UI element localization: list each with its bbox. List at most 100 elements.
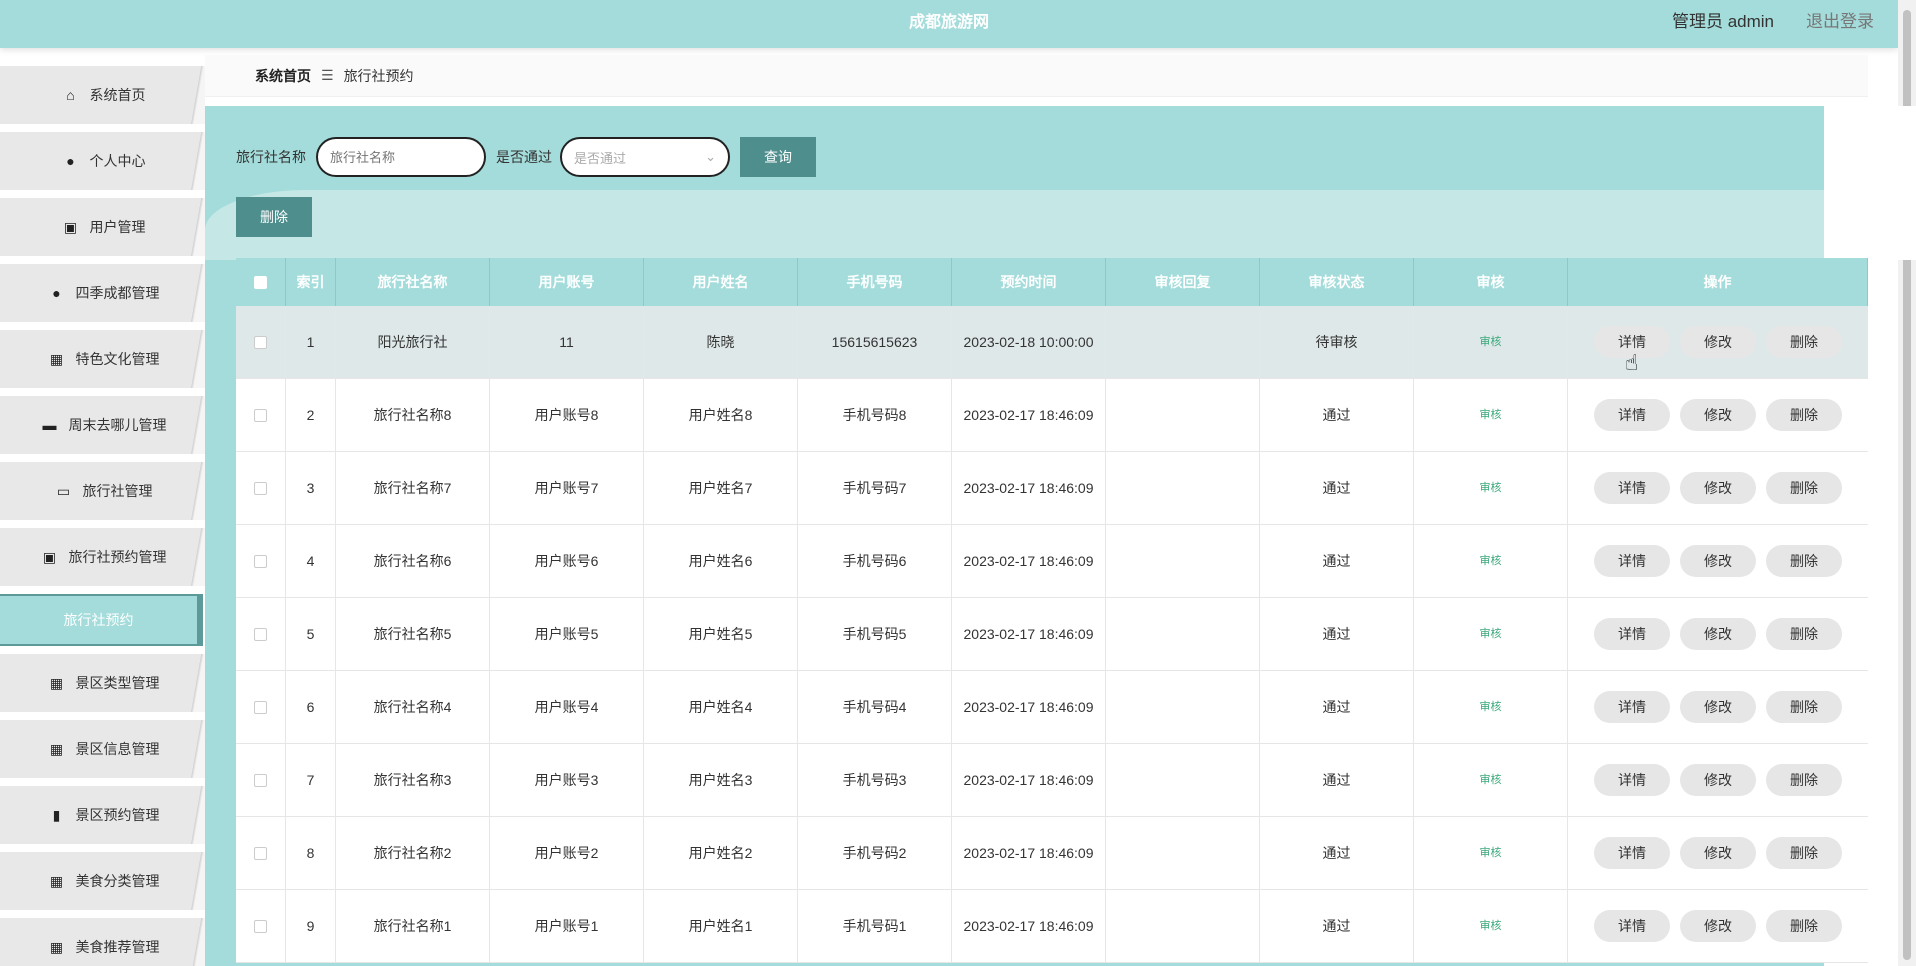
cell-phone: 15615615623 — [798, 306, 952, 378]
row-select-cell[interactable] — [236, 598, 286, 670]
delete-button[interactable]: 删除 — [1766, 326, 1842, 358]
sidebar-item[interactable]: ▦ 景区类型管理 — [0, 654, 205, 712]
audit-link[interactable]: 审核 — [1480, 841, 1502, 865]
sidebar-item[interactable]: ▦ 美食分类管理 — [0, 852, 205, 910]
cell-audit: 审核 — [1414, 817, 1568, 889]
row-checkbox[interactable] — [254, 481, 267, 495]
cell-index: 6 — [286, 671, 336, 743]
query-button[interactable]: 查询 — [740, 137, 816, 177]
edit-button[interactable]: 修改 — [1680, 691, 1756, 723]
sidebar-item-label: 四季成都管理 — [75, 285, 160, 301]
breadcrumb-home[interactable]: 系统首页 — [255, 66, 311, 86]
cell-phone: 手机号码2 — [798, 817, 952, 889]
sidebar-item[interactable]: ▬ 周末去哪儿管理 — [0, 396, 205, 454]
sidebar-item[interactable]: ▮ 景区预约管理 — [0, 786, 205, 844]
delete-button[interactable]: 删除 — [1766, 910, 1842, 942]
row-checkbox[interactable] — [254, 700, 267, 714]
audit-link[interactable]: 审核 — [1480, 768, 1502, 792]
edit-button[interactable]: 修改 — [1680, 399, 1756, 431]
sidebar-item-label: 美食分类管理 — [75, 873, 160, 889]
cell-account: 用户账号4 — [490, 671, 644, 743]
row-select-cell[interactable] — [236, 671, 286, 743]
sidebar-item[interactable]: ▦ 美食推荐管理 — [0, 918, 205, 966]
delete-button[interactable]: 删除 — [1766, 837, 1842, 869]
column-header: 用户账号 — [490, 258, 644, 306]
grid-icon: ▦ — [49, 350, 64, 367]
sidebar-item[interactable]: ● 四季成都管理 — [0, 264, 205, 322]
edit-button[interactable]: 修改 — [1680, 545, 1756, 577]
edit-button[interactable]: 修改 — [1680, 326, 1756, 358]
cell-reply — [1106, 744, 1260, 816]
sidebar-item[interactable]: ▣ 旅行社预约管理 — [0, 528, 205, 586]
audit-link[interactable]: 审核 — [1480, 622, 1502, 646]
cell-reply — [1106, 598, 1260, 670]
audit-link[interactable]: 审核 — [1480, 330, 1502, 354]
row-actions: 详情 修改 删除 — [1594, 472, 1842, 504]
cell-phone: 手机号码3 — [798, 744, 952, 816]
audit-link[interactable]: 审核 — [1480, 403, 1502, 427]
row-checkbox[interactable] — [254, 627, 267, 641]
select-all-cell[interactable] — [236, 258, 286, 306]
sidebar-item[interactable]: ▣ 用户管理 — [0, 198, 205, 256]
row-checkbox[interactable] — [254, 335, 267, 349]
row-select-cell[interactable] — [236, 525, 286, 597]
edit-button[interactable]: 修改 — [1680, 837, 1756, 869]
edit-button[interactable]: 修改 — [1680, 764, 1756, 796]
sidebar-item[interactable]: ● 个人中心 — [0, 132, 205, 190]
cell-reply — [1106, 379, 1260, 451]
delete-button[interactable]: 删除 — [1766, 618, 1842, 650]
detail-button[interactable]: 详情 — [1594, 691, 1670, 723]
sidebar-item[interactable]: ▦ 特色文化管理 — [0, 330, 205, 388]
cell-actions: 详情 修改 删除 — [1568, 671, 1868, 743]
sidebar-item-label: 个人中心 — [89, 153, 146, 169]
sidebar-item[interactable]: ⌂ 系统首页 — [0, 66, 205, 124]
select-all-checkbox[interactable] — [254, 275, 267, 289]
row-checkbox[interactable] — [254, 846, 267, 860]
delete-button[interactable]: 删除 — [1766, 472, 1842, 504]
pass-status-select[interactable]: 是否通过 ⌄ — [560, 137, 730, 177]
table-row: 9 旅行社名称1 用户账号1 用户姓名1 手机号码1 2023-02-17 18:46:0… — [236, 890, 1868, 963]
cell-agency: 旅行社名称2 — [336, 817, 490, 889]
grid-icon: ▦ — [49, 938, 64, 955]
audit-link[interactable]: 审核 — [1480, 695, 1502, 719]
delete-button[interactable]: 删除 — [1766, 545, 1842, 577]
row-checkbox[interactable] — [254, 554, 267, 568]
row-select-cell[interactable] — [236, 306, 286, 378]
row-checkbox[interactable] — [254, 919, 267, 933]
row-checkbox[interactable] — [254, 773, 267, 787]
row-select-cell[interactable] — [236, 379, 286, 451]
detail-button[interactable]: 详情 — [1594, 472, 1670, 504]
sidebar-subitem-agency-booking[interactable]: 旅行社预约 — [0, 594, 203, 646]
audit-link[interactable]: 审核 — [1480, 476, 1502, 500]
detail-button[interactable]: 详情 — [1594, 910, 1670, 942]
sidebar-item[interactable]: ▭ 旅行社管理 — [0, 462, 205, 520]
sidebar-item[interactable]: ▦ 景区信息管理 — [0, 720, 205, 778]
logout-link[interactable]: 退出登录 — [1806, 7, 1874, 32]
detail-button[interactable]: 详情 — [1594, 764, 1670, 796]
row-actions: 详情 修改 删除 — [1594, 399, 1842, 431]
delete-button[interactable]: 删除 — [1766, 691, 1842, 723]
delete-button[interactable]: 删除 — [1766, 764, 1842, 796]
row-select-cell[interactable] — [236, 890, 286, 962]
detail-button[interactable]: 详情 — [1594, 545, 1670, 577]
cell-index: 1 — [286, 306, 336, 378]
admin-user-label: 管理员 admin — [1671, 12, 1774, 31]
sidebar-item-label: 景区类型管理 — [75, 675, 160, 691]
audit-link[interactable]: 审核 — [1480, 914, 1502, 938]
detail-button[interactable]: 详情 — [1594, 618, 1670, 650]
detail-button[interactable]: 详情 — [1594, 837, 1670, 869]
row-select-cell[interactable] — [236, 452, 286, 524]
detail-button[interactable]: 详情 — [1594, 399, 1670, 431]
row-select-cell[interactable] — [236, 744, 286, 816]
row-checkbox[interactable] — [254, 408, 267, 422]
edit-button[interactable]: 修改 — [1680, 472, 1756, 504]
audit-link[interactable]: 审核 — [1480, 549, 1502, 573]
edit-button[interactable]: 修改 — [1680, 910, 1756, 942]
table-row: 2 旅行社名称8 用户账号8 用户姓名8 手机号码8 2023-02-17 18:46:0… — [236, 379, 1868, 452]
row-select-cell[interactable] — [236, 817, 286, 889]
table-row: 3 旅行社名称7 用户账号7 用户姓名7 手机号码7 2023-02-17 18:46:0… — [236, 452, 1868, 525]
batch-delete-button[interactable]: 删除 — [236, 197, 312, 237]
edit-button[interactable]: 修改 — [1680, 618, 1756, 650]
delete-button[interactable]: 删除 — [1766, 399, 1842, 431]
agency-name-input[interactable] — [316, 137, 486, 177]
